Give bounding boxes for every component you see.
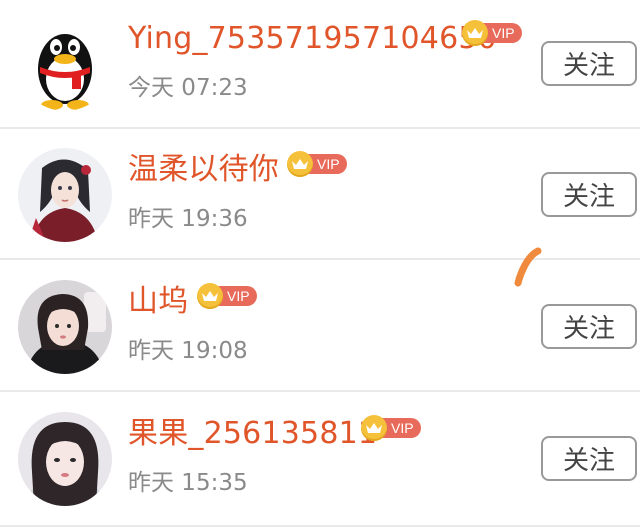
crown-icon [462, 20, 488, 46]
follow-time: 昨天 19:08 [128, 338, 248, 364]
crown-icon [197, 283, 223, 309]
follow-button[interactable]: 关注 [541, 41, 637, 86]
list-item[interactable]: Ying_753571957104650 VIP 今天 07:23 关注 [0, 0, 640, 129]
vip-badge: VIP [197, 283, 257, 309]
vip-badge: VIP [361, 415, 421, 441]
vip-badge: VIP [462, 20, 522, 46]
avatar[interactable] [18, 148, 112, 242]
penguin-icon [18, 17, 112, 111]
username[interactable]: Ying_753571957104650 [128, 20, 497, 58]
girl-photo-image [18, 280, 112, 374]
list-item[interactable]: 温柔以待你 VIP 昨天 19:36 关注 [0, 129, 640, 260]
crown-icon [287, 151, 313, 177]
girl-selfie-image [18, 412, 112, 506]
avatar[interactable] [18, 412, 112, 506]
list-item[interactable]: 果果_256135811 VIP 昨天 15:35 关注 [0, 393, 640, 527]
username[interactable]: 温柔以待你 [128, 151, 279, 189]
follow-button[interactable]: 关注 [541, 172, 637, 217]
follow-time: 昨天 19:36 [128, 206, 248, 232]
follow-time: 今天 07:23 [128, 75, 248, 101]
illustrated-girl-image [18, 148, 112, 242]
crown-icon [361, 415, 387, 441]
follow-button[interactable]: 关注 [541, 304, 637, 349]
orange-stroke-mark [514, 247, 542, 287]
avatar[interactable] [18, 280, 112, 374]
username[interactable]: 果果_256135811 [128, 415, 377, 453]
avatar[interactable] [18, 17, 112, 111]
username[interactable]: 山坞 [128, 283, 188, 321]
follow-time: 昨天 15:35 [128, 470, 248, 496]
follow-button[interactable]: 关注 [541, 436, 637, 481]
vip-badge: VIP [287, 151, 347, 177]
